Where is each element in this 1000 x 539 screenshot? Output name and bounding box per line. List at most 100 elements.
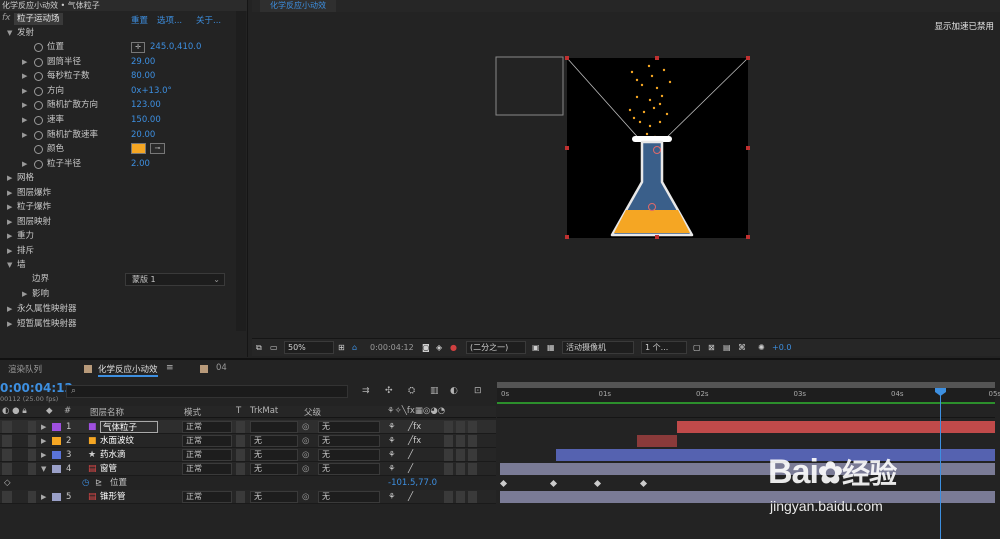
boundary-select[interactable]: 蒙版 1 ⌄: [125, 273, 225, 286]
motion-blur-switch[interactable]: [444, 421, 453, 433]
tab-composition-timeline[interactable]: 化学反应小动效: [98, 363, 158, 377]
viewer-timecode[interactable]: 0:00:04:12: [370, 341, 414, 354]
label-color[interactable]: [52, 451, 61, 459]
fx-icon[interactable]: fx: [2, 13, 11, 23]
section-row[interactable]: ▶重力: [0, 229, 238, 244]
layer-row[interactable]: ▼4▤窗管正常无◎无⚘╱: [0, 462, 496, 476]
label-color[interactable]: [52, 465, 61, 473]
twirl-closed-icon[interactable]: ▶: [22, 69, 27, 84]
layer-row[interactable]: ▶5▤锥形管正常无◎无⚘╱: [0, 490, 496, 504]
resolution-select[interactable]: (二分之一): [466, 341, 526, 354]
fast-preview-icon[interactable]: ⊠: [708, 341, 715, 354]
twirl-closed-icon[interactable]: ▶: [41, 435, 46, 447]
label-color[interactable]: [52, 493, 61, 501]
position-property-row[interactable]: ◇◷⊵位置-101.5,77.0: [0, 476, 496, 490]
about-link[interactable]: 关于...: [196, 14, 221, 26]
section-row[interactable]: ▶图层爆炸: [0, 186, 238, 201]
time-ruler[interactable]: 0s01s02s03s04s05s: [497, 388, 995, 402]
section-row[interactable]: ▶粒子爆炸: [0, 200, 238, 215]
menu-icon[interactable]: ≡: [166, 363, 174, 373]
video-switch[interactable]: [2, 491, 12, 503]
fit-icon[interactable]: ⊞: [338, 341, 345, 354]
preserve-transparency[interactable]: [236, 421, 245, 433]
twirl-open-icon[interactable]: ▼: [7, 258, 12, 273]
video-switch[interactable]: [2, 449, 12, 461]
lock-switch[interactable]: [28, 491, 36, 503]
stopwatch-icon[interactable]: [34, 131, 43, 140]
crosshair-icon[interactable]: ✛: [131, 42, 145, 53]
keyframe-icon[interactable]: [500, 480, 507, 487]
pick-whip-icon[interactable]: ◎: [302, 435, 309, 447]
effect-property-row[interactable]: 颜色: [0, 142, 238, 157]
snapshot-icon[interactable]: ◈: [436, 341, 442, 354]
label-icon[interactable]: ◆: [46, 406, 53, 416]
adjustment-switch[interactable]: [456, 435, 465, 447]
twirl-open-icon[interactable]: ▼: [7, 26, 12, 41]
quality-switch-icon[interactable]: ╱: [408, 491, 413, 503]
section-row[interactable]: ▶排斥: [0, 244, 238, 259]
keyframe-icon[interactable]: [550, 480, 557, 487]
options-link[interactable]: 选项...: [157, 14, 182, 26]
video-switch[interactable]: [2, 435, 12, 447]
trkmat-select[interactable]: 无: [250, 449, 298, 461]
twirl-closed-icon[interactable]: ▶: [7, 244, 12, 259]
pick-whip-icon[interactable]: ◎: [302, 421, 309, 433]
adjustment-switch[interactable]: [456, 449, 465, 461]
effect-panel-scrollbar[interactable]: [236, 11, 246, 331]
twirl-closed-icon[interactable]: ▶: [22, 128, 27, 143]
composition-canvas[interactable]: [492, 52, 757, 244]
motion-blur-switch[interactable]: [444, 491, 453, 503]
preserve-transparency[interactable]: [236, 449, 245, 461]
parent-select[interactable]: 无: [318, 491, 380, 503]
color-swatch[interactable]: [131, 143, 146, 154]
twirl-closed-icon[interactable]: ▶: [22, 157, 27, 172]
3d-switch[interactable]: [468, 463, 477, 475]
layer-duration-bar[interactable]: [500, 463, 995, 475]
label-color[interactable]: [52, 437, 61, 445]
effect-property-row[interactable]: ▶粒子半径2.00: [0, 157, 238, 172]
twirl-closed-icon[interactable]: ▶: [7, 229, 12, 244]
effect-property-row[interactable]: 位置245.0,410.0: [0, 40, 238, 55]
keyframe-icon[interactable]: [594, 480, 601, 487]
tab-composition[interactable]: 化学反应小动效: [260, 0, 336, 12]
layer-duration-bar[interactable]: [500, 491, 995, 503]
stopwatch-icon[interactable]: [34, 87, 43, 96]
twirl-closed-icon[interactable]: ▶: [22, 55, 27, 70]
mode-select[interactable]: 正常: [182, 449, 232, 461]
effect-property-row[interactable]: ▶随机扩散速率20.00: [0, 128, 238, 143]
mode-select[interactable]: 正常: [182, 421, 232, 433]
graph-icon[interactable]: ⊵: [95, 477, 102, 489]
shy-switch-icon[interactable]: ⚘: [388, 421, 396, 433]
camera-icon[interactable]: ◙: [422, 341, 430, 354]
stopwatch-icon[interactable]: ◷: [82, 477, 89, 489]
av-switch-icon[interactable]: ◐ ● 🔒︎: [2, 406, 27, 416]
shy-switch-icon[interactable]: ⚘: [388, 435, 396, 447]
adjustment-switch[interactable]: [456, 491, 465, 503]
shy-switch-icon[interactable]: ⚘: [388, 463, 396, 475]
pixel-aspect-icon[interactable]: ▢: [693, 341, 701, 354]
lock-switch[interactable]: [28, 421, 36, 433]
3d-switch[interactable]: [468, 491, 477, 503]
reset-link[interactable]: 重置: [131, 14, 148, 26]
graph-editor-icon[interactable]: ⊡: [474, 386, 482, 396]
pick-whip-icon[interactable]: ◎: [302, 463, 309, 475]
quality-switch-icon[interactable]: ╱: [408, 463, 413, 475]
header-layer-name[interactable]: 图层名称: [90, 406, 124, 418]
effect-property-row[interactable]: ▶圆筒半径29.00: [0, 55, 238, 70]
transparency-grid-icon[interactable]: ▦: [547, 341, 555, 354]
trkmat-select[interactable]: 无: [250, 491, 298, 503]
trkmat-select[interactable]: 无: [250, 463, 298, 475]
header-t[interactable]: T: [236, 406, 241, 416]
preserve-transparency[interactable]: [236, 463, 245, 475]
lock-switch[interactable]: [28, 435, 36, 447]
trkmat-select[interactable]: [250, 421, 298, 433]
motion-blur-switch[interactable]: [444, 463, 453, 475]
comp-mini-flowchart-icon[interactable]: ⇉: [362, 386, 370, 396]
flowchart-icon[interactable]: ⌘: [738, 341, 746, 354]
stopwatch-icon[interactable]: [34, 72, 43, 81]
header-mode[interactable]: 模式: [184, 406, 201, 418]
monitor-icon[interactable]: ▭: [270, 341, 278, 354]
3d-switch[interactable]: [468, 449, 477, 461]
zoom-select[interactable]: 50%: [284, 341, 334, 354]
channel-icon[interactable]: ●: [450, 341, 457, 354]
